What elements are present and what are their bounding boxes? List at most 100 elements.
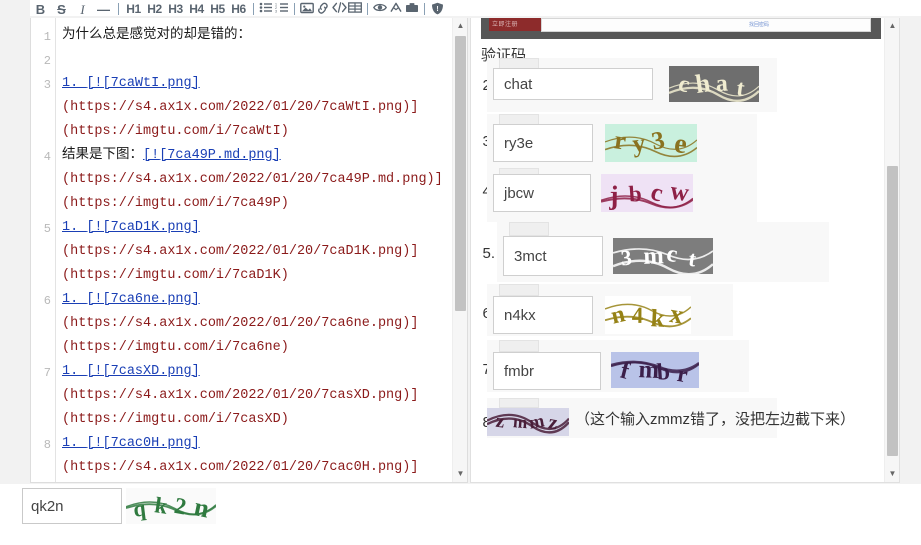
editor-code-area[interactable]: 为什么总是感觉对的却是错的： 1. [![7caWtI.png] (https:/… bbox=[56, 18, 449, 482]
editor-text-span: (https://imgtu.com/i/7caD1K) bbox=[62, 268, 289, 283]
editor-text-span: [7ca49P.md.png] bbox=[159, 148, 281, 163]
editor-line[interactable]: (https://s4.ax1x.com/2022/01/20/7casXD.p… bbox=[62, 384, 449, 408]
captcha-image: fmbr bbox=[611, 352, 699, 388]
svg-text:!: ! bbox=[436, 6, 438, 13]
captcha-image: ry3e bbox=[605, 124, 697, 162]
preview-scroll-up-arrow[interactable]: ▲ bbox=[885, 18, 899, 34]
svg-text:r: r bbox=[613, 125, 628, 155]
editor-text-span: (https://s4.ax1x.com/2022/01/20/7caD1K.p… bbox=[62, 244, 419, 259]
info-icon[interactable]: ! bbox=[429, 2, 445, 16]
toolbar-group: B S I — bbox=[30, 0, 114, 16]
bottom-captcha-image: qk2n bbox=[126, 488, 216, 524]
captcha-list-item: 2.chatchat bbox=[471, 58, 883, 120]
editor-text-span: [! bbox=[143, 148, 160, 163]
italic-button[interactable]: I bbox=[72, 0, 93, 16]
screenshot-browser-tab bbox=[499, 284, 539, 296]
svg-text:b: b bbox=[628, 181, 642, 207]
heading-4-button-label: H4 bbox=[189, 2, 204, 16]
editor-scroll-down-arrow[interactable]: ▼ bbox=[453, 466, 467, 482]
editor-line[interactable]: (https://imgtu.com/i/7caWtI) bbox=[62, 120, 449, 144]
editor-text-span: [! bbox=[86, 220, 103, 235]
preview-eye-icon[interactable] bbox=[372, 2, 388, 16]
line-number: 1 bbox=[43, 30, 51, 44]
heading-6-button[interactable]: H6 bbox=[228, 0, 249, 16]
svg-text:q: q bbox=[132, 495, 148, 521]
image-icon[interactable] bbox=[299, 2, 315, 16]
screenshot-white-field bbox=[541, 18, 871, 32]
editor-line[interactable]: (https://s4.ax1x.com/2022/01/20/7cac0H.p… bbox=[62, 456, 449, 480]
markdown-preview-panel[interactable]: 立即注册 找回密码 验证码 2.chatchat3.ry3ery3e4.jbcw… bbox=[470, 18, 900, 483]
editor-line[interactable]: 1. [![7casXD.png] bbox=[62, 360, 449, 384]
save-icon[interactable] bbox=[404, 2, 420, 16]
screenshot-dark-bar-lower bbox=[481, 32, 881, 39]
editor-line[interactable]: (https://imgtu.com/i/7caD1K) bbox=[62, 264, 449, 288]
preview-vertical-scrollbar[interactable]: ▲ ▼ bbox=[884, 18, 899, 482]
editor-line[interactable]: 1. [![7ca6ne.png] bbox=[62, 288, 449, 312]
toolbar-separator bbox=[294, 3, 295, 15]
toolbar-group bbox=[372, 0, 420, 16]
svg-text:3: 3 bbox=[275, 10, 277, 13]
horizontal-rule-button[interactable]: — bbox=[93, 0, 114, 16]
editor-text-span: [7caD1K.png] bbox=[102, 220, 200, 235]
heading-5-button[interactable]: H5 bbox=[207, 0, 228, 16]
editor-line[interactable]: (https://s4.ax1x.com/2022/01/20/7caD1K.p… bbox=[62, 240, 449, 264]
editor-line[interactable]: (https://s4.ax1x.com/2022/01/20/7ca6ne.p… bbox=[62, 312, 449, 336]
code-icon[interactable] bbox=[331, 2, 347, 16]
link-icon[interactable] bbox=[315, 2, 331, 16]
line-number-gutter: 1 2 3 4 5 6 7 8 bbox=[31, 18, 56, 482]
preview-scroll-thumb[interactable] bbox=[887, 166, 898, 456]
heading-2-button[interactable]: H2 bbox=[144, 0, 165, 16]
fullscreen-icon[interactable] bbox=[388, 2, 404, 16]
editor-text-span: [7casXD.png] bbox=[102, 364, 200, 379]
list-item-number: 5. bbox=[482, 245, 495, 262]
markdown-editor-panel[interactable]: 12345678 为什么总是感觉对的却是错的： 1. [![7caWtI.png… bbox=[30, 18, 468, 483]
editor-scroll-thumb[interactable] bbox=[455, 36, 466, 311]
editor-text-span: [! bbox=[86, 436, 103, 451]
editor-text-span: (https://s4.ax1x.com/2022/01/20/7cac0H.p… bbox=[62, 460, 419, 475]
editor-line[interactable]: 1. [![7caD1K.png] bbox=[62, 216, 449, 240]
heading-3-button[interactable]: H3 bbox=[165, 0, 186, 16]
captcha-image: n4kx bbox=[605, 296, 691, 334]
bold-button[interactable]: B bbox=[30, 0, 51, 16]
screenshot-browser-tab bbox=[499, 340, 539, 352]
editor-text-span: [7cac0H.png] bbox=[102, 436, 200, 451]
screenshot-captcha-input: 3mct bbox=[503, 236, 603, 276]
editor-line[interactable]: (https://s4.ax1x.com/2022/01/20/7caWtI.p… bbox=[62, 96, 449, 120]
table-icon[interactable] bbox=[347, 2, 363, 16]
screenshot-captcha-input: n4kx bbox=[493, 296, 593, 334]
preview-content: 立即注册 找回密码 验证码 2.chatchat3.ry3ery3e4.jbcw… bbox=[471, 18, 883, 482]
editor-text-span: [7caWtI.png] bbox=[102, 76, 200, 91]
editor-text-span: [7ca6ne.png] bbox=[102, 292, 200, 307]
unordered-list-icon[interactable] bbox=[258, 2, 274, 16]
toolbar-separator bbox=[367, 3, 368, 15]
preview-top-screenshot: 立即注册 找回密码 bbox=[481, 18, 881, 46]
bottom-captcha-input[interactable]: qk2n bbox=[22, 488, 122, 524]
editor-line[interactable]: (https://imgtu.com/i/7casXD) bbox=[62, 408, 449, 432]
editor-text-span: (https://s4.ax1x.com/2022/01/20/7casXD.p… bbox=[62, 388, 419, 403]
editor-scroll-up-arrow[interactable]: ▲ bbox=[453, 18, 467, 34]
line-number: 4 bbox=[43, 150, 51, 164]
editor-line[interactable]: (https://imgtu.com/i/7ca49P) bbox=[62, 192, 449, 216]
italic-button-label: I bbox=[80, 2, 85, 16]
editor-text-span: [! bbox=[86, 364, 103, 379]
preview-scroll-down-arrow[interactable]: ▼ bbox=[885, 466, 899, 482]
toolbar-separator bbox=[424, 3, 425, 15]
heading-4-button[interactable]: H4 bbox=[186, 0, 207, 16]
ordered-list-icon[interactable]: 123 bbox=[274, 2, 290, 16]
editor-vertical-scrollbar[interactable]: ▲ ▼ bbox=[452, 18, 467, 482]
line-number: 7 bbox=[43, 366, 51, 380]
editor-line[interactable]: 1. [![7caWtI.png] bbox=[62, 72, 449, 96]
editor-line[interactable]: 为什么总是感觉对的却是错的： bbox=[62, 24, 449, 48]
captcha-image: zmmz bbox=[487, 408, 569, 436]
line-number: 2 bbox=[43, 54, 51, 68]
window-right-margin bbox=[900, 0, 921, 484]
screenshot-captcha-input: fmbr bbox=[493, 352, 601, 390]
strikethrough-button[interactable]: S bbox=[51, 0, 72, 16]
editor-line[interactable]: 结果是下图：[![7ca49P.md.png] bbox=[62, 144, 449, 168]
editor-text-span: 结果是下图： bbox=[62, 148, 143, 163]
heading-1-button[interactable]: H1 bbox=[123, 0, 144, 16]
editor-line[interactable]: 1. [![7cac0H.png] bbox=[62, 432, 449, 456]
editor-line[interactable]: (https://s4.ax1x.com/2022/01/20/7ca49P.m… bbox=[62, 168, 449, 192]
editor-line[interactable] bbox=[62, 48, 449, 72]
editor-line[interactable]: (https://imgtu.com/i/7ca6ne) bbox=[62, 336, 449, 360]
